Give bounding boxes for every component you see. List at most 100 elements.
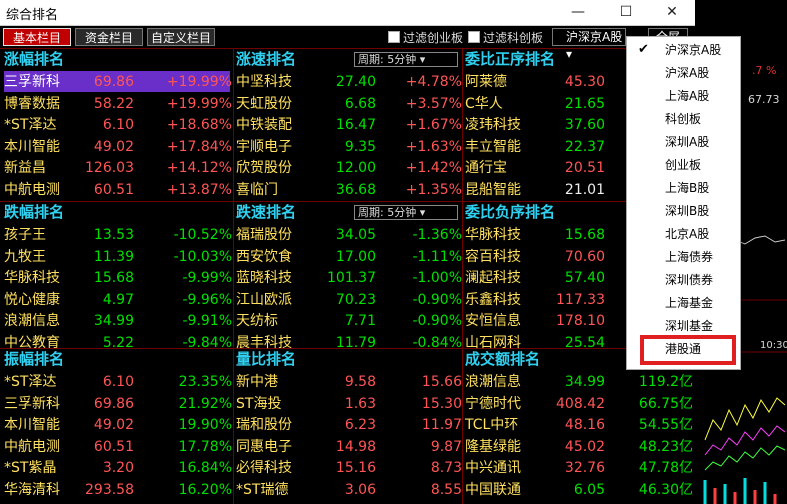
stock-price: 9.58	[344, 374, 376, 390]
dropdown-item[interactable]: ✔ 沪深京A股	[627, 39, 740, 61]
dropdown-item[interactable]: 上海债券	[627, 246, 740, 268]
panel-title[interactable]: 跌速排名	[236, 202, 296, 222]
close-button[interactable]: ✕	[649, 0, 695, 25]
table-row[interactable]: 中兴通讯 32.76 47.78亿	[465, 457, 693, 479]
panel-title[interactable]: 涨幅排名	[4, 49, 64, 69]
dropdown-item[interactable]: 上海基金	[627, 292, 740, 314]
background-value: 67.73	[748, 93, 780, 106]
table-row[interactable]: *ST泽达 6.10 +18.68%	[4, 114, 232, 136]
panel-amplitude: 振幅排名 *ST泽达 6.10 23.35% 三孚新科 69.86 21.92% 本川智能 49…	[4, 349, 232, 501]
dropdown-item-label: 深圳债券	[665, 273, 714, 287]
stock-price: 14.98	[335, 438, 376, 455]
panel-title[interactable]: 委比正序排名	[465, 49, 555, 69]
dropdown-item[interactable]: 上海B股	[627, 177, 740, 199]
dropdown-item[interactable]: 上海A股	[627, 85, 740, 107]
stock-name: 必得科技	[236, 460, 292, 476]
table-row[interactable]: 西安饮食 17.00 -1.11%	[236, 246, 462, 268]
stock-price: 22.37	[564, 138, 605, 155]
table-row[interactable]: 天虹股份 6.68 +3.57%	[236, 93, 462, 115]
table-row[interactable]: 蓝晓科技 101.37 -1.00%	[236, 267, 462, 289]
table-row[interactable]: *ST紫晶 3.20 16.84%	[4, 457, 232, 479]
checkbox-box[interactable]	[388, 31, 400, 43]
panel-title[interactable]: 委比负序排名	[465, 202, 555, 222]
grid-line	[462, 48, 463, 504]
panel-title[interactable]: 量比排名	[236, 349, 296, 369]
table-row[interactable]: 三孚新科 69.86 +19.99%	[4, 71, 232, 93]
table-row[interactable]: 华脉科技 15.68 -9.99%	[4, 267, 232, 289]
table-row[interactable]: 瑞和股份 6.23 11.97	[236, 414, 462, 436]
table-row[interactable]: 孩子王 13.53 -10.52%	[4, 224, 232, 246]
table-row[interactable]: 浪潮信息 34.99 -9.91%	[4, 310, 232, 332]
stock-name: 江山欧派	[236, 291, 292, 308]
table-row[interactable]: 新中港 9.58 15.66	[236, 371, 462, 393]
table-row[interactable]: *ST瑞德 3.06 8.55	[236, 479, 462, 501]
table-row[interactable]: 喜临门 36.68 +1.35%	[236, 179, 462, 201]
table-row[interactable]: 隆基绿能 45.02 48.23亿	[465, 436, 693, 458]
table-row[interactable]: 本川智能 49.02 19.90%	[4, 414, 232, 436]
period-select[interactable]: 周期: 5分钟 ▾	[354, 52, 458, 67]
table-row[interactable]: 福瑞股份 34.05 -1.36%	[236, 224, 462, 246]
stock-name: *ST泽达	[4, 374, 57, 390]
tab-capital[interactable]: 资金栏目	[75, 28, 143, 46]
table-row[interactable]: 同惠电子 14.98 9.87	[236, 436, 462, 458]
checkbox-box[interactable]	[468, 31, 480, 43]
stock-name: 安恒信息	[465, 313, 521, 329]
panel-title[interactable]: 成交额排名	[465, 349, 540, 369]
panel-title[interactable]: 涨速排名	[236, 49, 296, 69]
stock-price: 60.51	[93, 181, 134, 198]
panel-title[interactable]: 振幅排名	[4, 349, 64, 369]
table-row[interactable]: 中航电测 60.51 17.78%	[4, 436, 232, 458]
stock-metric: 15.30	[421, 395, 462, 412]
table-row[interactable]: 本川智能 49.02 +17.84%	[4, 136, 232, 158]
table-row[interactable]: 三孚新科 69.86 21.92%	[4, 393, 232, 415]
dropdown-item[interactable]: 深圳B股	[627, 200, 740, 222]
stock-name: 澜起科技	[465, 270, 521, 286]
stock-metric: 15.66	[421, 374, 462, 390]
table-row[interactable]: 欣贺股份 12.00 +1.42%	[236, 157, 462, 179]
dropdown-item[interactable]: 沪深A股	[627, 62, 740, 84]
stock-name: 凌玮科技	[465, 117, 521, 133]
tab-basic[interactable]: 基本栏目	[3, 28, 71, 46]
dropdown-item[interactable]: 深圳债券	[627, 269, 740, 291]
table-row[interactable]: 必得科技 15.16 8.73	[236, 457, 462, 479]
table-row[interactable]: 宁德时代 408.42 66.75亿	[465, 393, 693, 415]
stock-name: *ST紫晶	[4, 460, 57, 476]
stock-price: 15.68	[93, 270, 134, 286]
table-row[interactable]: 江山欧派 70.23 -0.90%	[236, 289, 462, 311]
stock-name: 通行宝	[465, 160, 507, 176]
minimize-button[interactable]: —	[555, 0, 601, 25]
maximize-button[interactable]: ☐	[603, 0, 649, 25]
table-row[interactable]: 中铁装配 16.47 +1.67%	[236, 114, 462, 136]
stock-metric: -1.36%	[412, 227, 462, 243]
stock-price: 293.58	[85, 481, 134, 498]
dropdown-item[interactable]: 科创板	[627, 108, 740, 130]
table-row[interactable]: 博睿数据 58.22 +19.99%	[4, 93, 232, 115]
table-row[interactable]: 天纺标 7.71 -0.90%	[236, 310, 462, 332]
stock-metric: +3.57%	[405, 95, 462, 112]
dropdown-item[interactable]: 深圳基金	[627, 315, 740, 337]
table-row[interactable]: 浪潮信息 34.99 119.2亿	[465, 371, 693, 393]
table-row[interactable]: *ST泽达 6.10 23.35%	[4, 371, 232, 393]
table-row[interactable]: 宇顺电子 9.35 +1.63%	[236, 136, 462, 158]
dropdown-item[interactable]: 北京A股	[627, 223, 740, 245]
panel-title[interactable]: 跌幅排名	[4, 202, 64, 222]
title-bar[interactable]: 综合排名 — ☐ ✕	[0, 0, 695, 26]
table-row[interactable]: 中航电测 60.51 +13.87%	[4, 179, 232, 201]
tab-custom[interactable]: 自定义栏目	[147, 28, 215, 46]
table-row[interactable]: 中坚科技 27.40 +4.78%	[236, 71, 462, 93]
dropdown-item[interactable]: 创业板	[627, 154, 740, 176]
table-row[interactable]: 中国联通 6.05 46.30亿	[465, 479, 693, 501]
table-row[interactable]: 华海清科 293.58 16.20%	[4, 479, 232, 501]
period-select[interactable]: 周期: 5分钟 ▾	[354, 205, 458, 220]
table-row[interactable]: TCL中环 48.16 54.55亿	[465, 414, 693, 436]
stock-price: 45.02	[564, 438, 605, 455]
dropdown-item[interactable]: 深圳A股	[627, 131, 740, 153]
filter-chinext-checkbox[interactable]: 过滤创业板	[388, 29, 463, 46]
table-row[interactable]: ST海投 1.63 15.30	[236, 393, 462, 415]
table-row[interactable]: 九牧王 11.39 -10.03%	[4, 246, 232, 268]
table-row[interactable]: 新益昌 126.03 +14.12%	[4, 157, 232, 179]
filter-star-checkbox[interactable]: 过滤科创板	[468, 29, 543, 46]
market-select[interactable]: 沪深京A股 ▾	[552, 28, 626, 61]
stock-price: 15.16	[335, 460, 376, 476]
table-row[interactable]: 悦心健康 4.97 -9.96%	[4, 289, 232, 311]
